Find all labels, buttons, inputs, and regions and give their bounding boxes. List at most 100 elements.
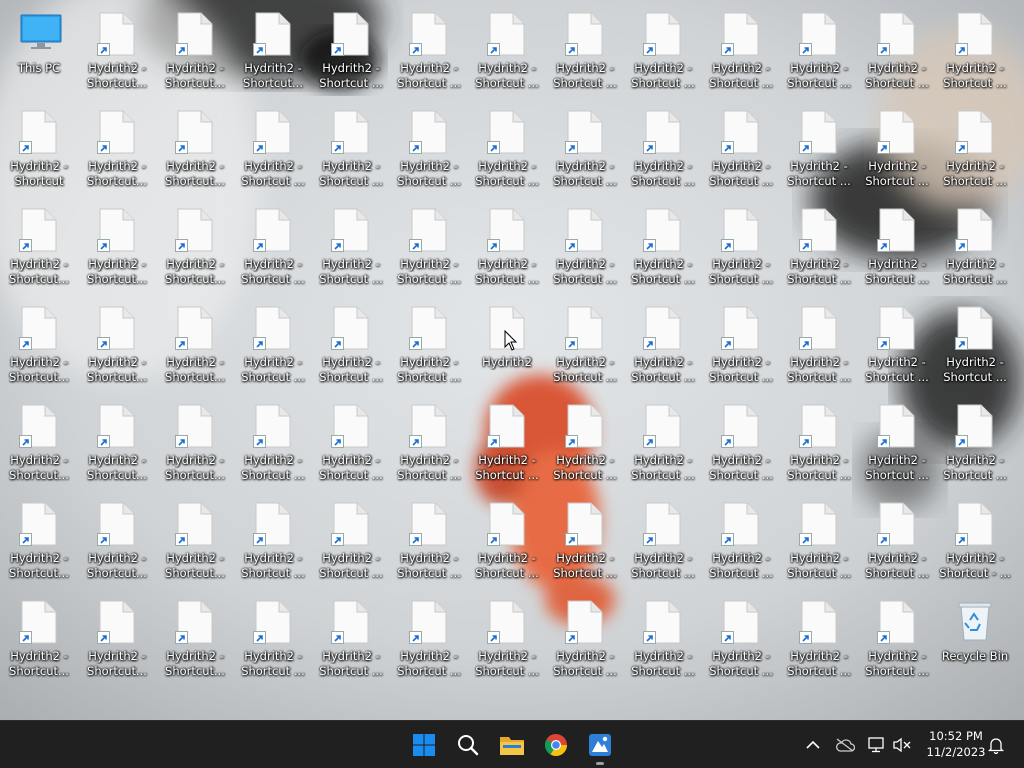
desktop-shortcut[interactable]: Hydrith2 - Shortcut ... — [938, 396, 1012, 492]
desktop-shortcut[interactable]: Hydrith2 - Shortcut ... — [236, 396, 310, 492]
desktop-shortcut[interactable]: Hydrith2 - Shortcut ... — [938, 102, 1012, 198]
desktop-shortcut[interactable]: Hydrith2 - Shortcut... — [236, 4, 310, 100]
desktop-shortcut[interactable]: Hydrith2 - Shortcut... — [80, 102, 154, 198]
desktop-shortcut[interactable]: Hydrith2 - Shortcut ... — [548, 396, 622, 492]
desktop-shortcut[interactable]: Hydrith2 — [470, 298, 544, 394]
desktop-shortcut[interactable]: Hydrith2 - Shortcut... — [158, 102, 232, 198]
desktop-shortcut[interactable]: Hydrith2 - Shortcut... — [2, 200, 76, 296]
desktop-shortcut[interactable]: Hydrith2 - Shortcut ... — [392, 102, 466, 198]
desktop-shortcut[interactable]: Hydrith2 - Shortcut ... — [236, 298, 310, 394]
desktop-shortcut[interactable]: Hydrith2 - Shortcut... — [158, 200, 232, 296]
desktop-shortcut[interactable]: Hydrith2 - Shortcut ... — [860, 200, 934, 296]
desktop-shortcut[interactable]: Hydrith2 - Shortcut ... — [704, 298, 778, 394]
search-icon[interactable] — [450, 727, 486, 763]
desktop-shortcut[interactable]: Hydrith2 - Shortcut — [2, 102, 76, 198]
desktop-shortcut[interactable]: Hydrith2 - Shortcut ... — [470, 4, 544, 100]
volume-muted-icon[interactable] — [890, 733, 914, 757]
desktop-shortcut[interactable]: Hydrith2 - Shortcut... — [158, 4, 232, 100]
paint-app-icon[interactable] — [582, 727, 618, 763]
desktop-shortcut[interactable]: Hydrith2 - Shortcut ... — [392, 592, 466, 688]
desktop-shortcut[interactable]: Hydrith2 - Shortcut... — [80, 298, 154, 394]
desktop-shortcut[interactable]: Hydrith2 - Shortcut ... — [704, 592, 778, 688]
desktop-shortcut[interactable]: Hydrith2 - Shortcut ... — [860, 396, 934, 492]
desktop-shortcut[interactable]: Hydrith2 - Shortcut ... — [860, 592, 934, 688]
desktop-shortcut[interactable]: Hydrith2 - Shortcut ... — [314, 494, 388, 590]
desktop-shortcut[interactable]: Hydrith2 - Shortcut... — [80, 592, 154, 688]
desktop-shortcut[interactable]: Hydrith2 - Shortcut ... — [236, 592, 310, 688]
desktop-shortcut[interactable]: Hydrith2 - Shortcut ... — [704, 200, 778, 296]
desktop-shortcut[interactable]: Hydrith2 - Shortcut ... — [548, 200, 622, 296]
desktop-shortcut[interactable]: Hydrith2 - Shortcut ... — [860, 102, 934, 198]
desktop-shortcut[interactable]: Hydrith2 - Shortcut ... — [470, 200, 544, 296]
desktop-shortcut[interactable]: Hydrith2 - Shortcut ... — [392, 200, 466, 296]
desktop-shortcut[interactable]: Hydrith2 - Shortcut ... — [860, 494, 934, 590]
desktop-shortcut[interactable]: Hydrith2 - Shortcut ... — [782, 592, 856, 688]
desktop-shortcut[interactable]: Hydrith2 - Shortcut ... — [782, 396, 856, 492]
desktop-shortcut[interactable]: Hydrith2 - Shortcut ... — [626, 494, 700, 590]
desktop-shortcut[interactable]: Hydrith2 - Shortcut ... — [704, 494, 778, 590]
desktop-shortcut[interactable]: Hydrith2 - Shortcut ... — [548, 592, 622, 688]
desktop-shortcut[interactable]: Hydrith2 - Shortcut ... — [704, 4, 778, 100]
desktop-shortcut[interactable]: Hydrith2 - Shortcut ... — [548, 4, 622, 100]
desktop-shortcut[interactable]: Hydrith2 - Shortcut ... — [314, 4, 388, 100]
desktop-shortcut[interactable]: Hydrith2 - Shortcut ... — [626, 102, 700, 198]
desktop-shortcut[interactable]: Hydrith2 - Shortcut ... — [236, 200, 310, 296]
desktop-shortcut[interactable]: Hydrith2 - Shortcut ... — [548, 102, 622, 198]
desktop-shortcut[interactable]: Hydrith2 - Shortcut ... — [860, 298, 934, 394]
desktop-shortcut[interactable]: Hydrith2 - Shortcut... — [80, 4, 154, 100]
desktop-shortcut[interactable]: Hydrith2 - Shortcut ... — [626, 298, 700, 394]
chrome-icon[interactable] — [538, 727, 574, 763]
network-icon[interactable] — [864, 733, 888, 757]
desktop-shortcut[interactable]: Hydrith2 - Shortcut ... — [314, 396, 388, 492]
chevron-up-icon[interactable] — [802, 733, 824, 757]
windows-start-icon[interactable] — [406, 727, 442, 763]
desktop-shortcut[interactable]: Hydrith2 - Shortcut ... — [782, 200, 856, 296]
desktop-shortcut[interactable]: Hydrith2 - Shortcut ... — [626, 396, 700, 492]
desktop-shortcut[interactable]: Hydrith2 - Shortcut... — [80, 494, 154, 590]
desktop-shortcut[interactable]: Hydrith2 - Shortcut... — [2, 494, 76, 590]
desktop-shortcut[interactable]: Hydrith2 - Shortcut... — [2, 396, 76, 492]
desktop-shortcut[interactable]: Hydrith2 - Shortcut... — [80, 200, 154, 296]
desktop-shortcut[interactable]: Hydrith2 - Shortcut... — [80, 396, 154, 492]
system-clock[interactable]: 10:52 PM 11/2/2023 — [920, 728, 992, 760]
desktop-shortcut[interactable]: Hydrith2 - Shortcut ... — [314, 102, 388, 198]
desktop-shortcut[interactable]: Hydrith2 - Shortcut ... — [392, 4, 466, 100]
desktop-shortcut[interactable]: Hydrith2 - Shortcut ... — [782, 102, 856, 198]
desktop-shortcut[interactable]: Hydrith2 - Shortcut ... — [470, 102, 544, 198]
desktop-shortcut[interactable]: Hydrith2 - Shortcut ... — [392, 396, 466, 492]
bell-icon[interactable] — [985, 733, 1007, 757]
desktop-shortcut[interactable]: Hydrith2 - Shortcut ... — [392, 298, 466, 394]
this-pc-icon[interactable]: This PC — [2, 4, 76, 100]
desktop-shortcut[interactable]: Hydrith2 - Shortcut... — [158, 592, 232, 688]
recycle-bin-icon[interactable]: Recycle Bin — [938, 592, 1012, 688]
desktop-shortcut[interactable]: Hydrith2 - Shortcut... — [158, 396, 232, 492]
desktop-shortcut[interactable]: Hydrith2 - Shortcut ... — [704, 102, 778, 198]
desktop-shortcut[interactable]: Hydrith2 - Shortcut ... — [314, 200, 388, 296]
desktop-shortcut[interactable]: Hydrith2 - Shortcut ... — [860, 4, 934, 100]
desktop-shortcut[interactable]: Hydrith2 - Shortcut ... — [626, 4, 700, 100]
desktop-shortcut[interactable]: Hydrith2 - Shortcut ... — [236, 102, 310, 198]
desktop-shortcut[interactable]: Hydrith2 - Shortcut ... — [782, 494, 856, 590]
desktop-shortcut[interactable]: Hydrith2 - Shortcut... — [2, 298, 76, 394]
desktop-shortcut[interactable]: Hydrith2 - Shortcut ... — [704, 396, 778, 492]
desktop-shortcut[interactable]: Hydrith2 - Shortcut ... — [236, 494, 310, 590]
desktop-shortcut[interactable]: Hydrith2 - Shortcut ... — [314, 592, 388, 688]
onedrive-cloud-icon[interactable] — [832, 733, 858, 757]
desktop-shortcut[interactable]: Hydrith2 - Shortcut ... — [392, 494, 466, 590]
file-explorer-icon[interactable] — [494, 727, 530, 763]
desktop-shortcut[interactable]: Hydrith2 - Shortcut ... — [548, 494, 622, 590]
desktop-shortcut[interactable]: Hydrith2 - Shortcut ... — [626, 200, 700, 296]
desktop-shortcut[interactable]: Hydrith2 - Shortcut ... — [470, 494, 544, 590]
desktop-shortcut[interactable]: Hydrith2 - Shortcut ... — [782, 4, 856, 100]
desktop-shortcut[interactable]: Hydrith2 - Shortcut ... — [548, 298, 622, 394]
desktop-shortcut[interactable]: Hydrith2 - Shortcut ... — [314, 298, 388, 394]
desktop-shortcut[interactable]: Hydrith2 - Shortcut... — [2, 592, 76, 688]
desktop-shortcut[interactable]: Hydrith2 - Shortcut ... — [938, 298, 1012, 394]
desktop-shortcut[interactable]: Hydrith2 - Shortcut... — [158, 494, 232, 590]
desktop-shortcut[interactable]: Hydrith2 - Shortcut ... — [626, 592, 700, 688]
desktop-shortcut[interactable]: Hydrith2 - Shortcut ... — [470, 396, 544, 492]
desktop-shortcut[interactable]: Hydrith2 - Shortcut ... — [782, 298, 856, 394]
desktop-shortcut[interactable]: Hydrith2 - Shortcut - ... — [938, 494, 1012, 590]
desktop-shortcut[interactable]: Hydrith2 - Shortcut ... — [938, 200, 1012, 296]
desktop-shortcut[interactable]: Hydrith2 - Shortcut ... — [938, 4, 1012, 100]
